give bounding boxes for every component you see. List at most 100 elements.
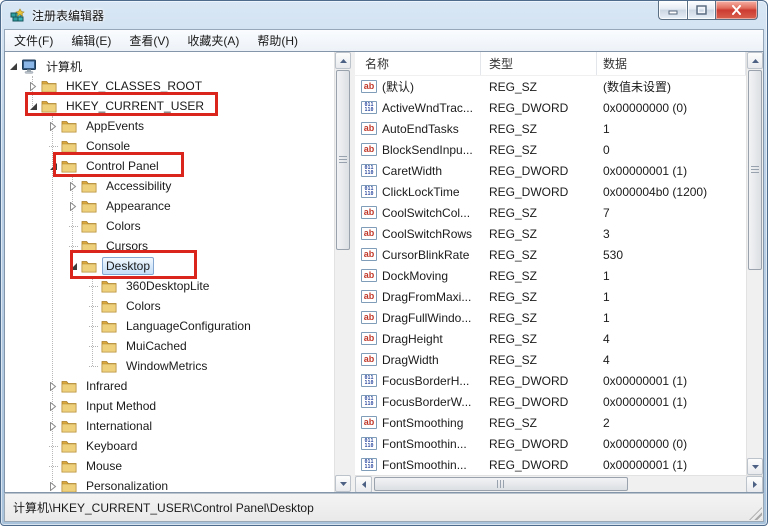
menu-item[interactable]: 查看(V)	[120, 30, 178, 51]
tree-expand-arrow[interactable]	[87, 280, 99, 292]
scroll-up-button[interactable]	[747, 52, 763, 69]
tree-expand-arrow[interactable]	[47, 420, 59, 432]
menu-item[interactable]: 帮助(H)	[248, 30, 307, 51]
tree-item[interactable]: Personalization	[5, 476, 334, 492]
values-scrollbar-vertical[interactable]	[746, 52, 763, 475]
arrow-left-icon	[362, 481, 366, 488]
tree-item[interactable]: Mouse	[5, 456, 334, 476]
tree-expand-arrow[interactable]	[27, 80, 39, 92]
registry-value-row[interactable]: DragFullWindo... REG_SZ 1	[355, 307, 746, 328]
tree-item[interactable]: Desktop	[5, 256, 334, 276]
resize-grip[interactable]	[749, 507, 762, 520]
tree-item[interactable]: WindowMetrics	[5, 356, 334, 376]
tree-expand-arrow[interactable]	[67, 200, 79, 212]
scroll-down-button[interactable]	[335, 475, 351, 492]
tree-expand-arrow[interactable]	[47, 400, 59, 412]
registry-value-row[interactable]: ClickLockTime REG_DWORD 0x000004b0 (1200…	[355, 181, 746, 202]
value-type: REG_SZ	[481, 80, 597, 94]
tree-item[interactable]: HKEY_CLASSES_ROOT	[5, 76, 334, 96]
registry-value-row[interactable]: FontSmoothin... REG_DWORD 0x00000001 (1)	[355, 454, 746, 475]
scroll-right-button[interactable]	[746, 476, 763, 492]
tree-expand-arrow[interactable]	[47, 140, 59, 152]
tree-expand-arrow[interactable]	[47, 460, 59, 472]
computer-icon	[21, 59, 38, 74]
tree-expand-arrow[interactable]	[67, 220, 79, 232]
column-header-data[interactable]: 数据	[597, 52, 746, 75]
menu-item[interactable]: 编辑(E)	[62, 30, 120, 51]
registry-value-row[interactable]: BlockSendInpu... REG_SZ 0	[355, 139, 746, 160]
tree-item[interactable]: Colors	[5, 296, 334, 316]
registry-value-row[interactable]: CoolSwitchRows REG_SZ 3	[355, 223, 746, 244]
registry-value-row[interactable]: FocusBorderW... REG_DWORD 0x00000001 (1)	[355, 391, 746, 412]
tree-item[interactable]: Input Method	[5, 396, 334, 416]
registry-value-row[interactable]: CaretWidth REG_DWORD 0x00000001 (1)	[355, 160, 746, 181]
tree-item[interactable]: MuiCached	[5, 336, 334, 356]
value-type: REG_SZ	[481, 332, 597, 346]
registry-value-row[interactable]: CoolSwitchCol... REG_SZ 7	[355, 202, 746, 223]
close-button[interactable]	[715, 1, 758, 20]
tree-expand-arrow[interactable]	[67, 240, 79, 252]
tree-expand-arrow[interactable]	[67, 180, 79, 192]
registry-value-row[interactable]: FocusBorderH... REG_DWORD 0x00000001 (1)	[355, 370, 746, 391]
folder-icon	[61, 139, 78, 154]
minimize-button[interactable]	[658, 1, 687, 20]
tree-item[interactable]: HKEY_CURRENT_USER	[5, 96, 334, 116]
tree-expand-arrow[interactable]	[47, 480, 59, 492]
registry-value-row[interactable]: (默认) REG_SZ (数值未设置)	[355, 76, 746, 97]
scroll-left-button[interactable]	[355, 476, 372, 492]
tree-item-label: Cursors	[102, 237, 152, 255]
tree-item[interactable]: Appearance	[5, 196, 334, 216]
scrollbar-track[interactable]	[335, 69, 351, 475]
column-header-name[interactable]: 名称	[355, 52, 481, 75]
tree-expand-arrow[interactable]	[87, 340, 99, 352]
values-scrollbar-horizontal[interactable]	[355, 475, 763, 492]
scrollbar-thumb[interactable]	[374, 477, 628, 491]
scroll-up-button[interactable]	[335, 52, 351, 69]
column-header-type[interactable]: 类型	[481, 52, 597, 75]
tree-item[interactable]: Infrared	[5, 376, 334, 396]
tree-expand-arrow[interactable]	[87, 300, 99, 312]
minimize-icon	[668, 5, 678, 15]
tree-item[interactable]: Cursors	[5, 236, 334, 256]
registry-value-row[interactable]: FontSmoothing REG_SZ 2	[355, 412, 746, 433]
registry-value-row[interactable]: DragFromMaxi... REG_SZ 1	[355, 286, 746, 307]
tree-item[interactable]: Control Panel	[5, 156, 334, 176]
registry-value-row[interactable]: ActiveWndTrac... REG_DWORD 0x00000000 (0…	[355, 97, 746, 118]
registry-value-row[interactable]: CursorBlinkRate REG_SZ 530	[355, 244, 746, 265]
scrollbar-track[interactable]	[372, 476, 746, 492]
registry-value-row[interactable]: FontSmoothin... REG_DWORD 0x00000000 (0)	[355, 433, 746, 454]
tree-item[interactable]: AppEvents	[5, 116, 334, 136]
title-bar[interactable]: 注册表编辑器	[1, 1, 767, 29]
tree-item[interactable]: Console	[5, 136, 334, 156]
tree-item[interactable]: Accessibility	[5, 176, 334, 196]
tree-expand-arrow[interactable]	[7, 60, 19, 72]
string-value-icon	[361, 269, 377, 282]
scrollbar-thumb[interactable]	[748, 70, 762, 270]
tree-scrollbar[interactable]	[334, 52, 351, 492]
tree-item[interactable]: LanguageConfiguration	[5, 316, 334, 336]
registry-value-row[interactable]: AutoEndTasks REG_SZ 1	[355, 118, 746, 139]
folder-icon	[101, 359, 118, 374]
tree-expand-arrow[interactable]	[87, 360, 99, 372]
tree-item[interactable]: 计算机	[5, 56, 334, 76]
maximize-button[interactable]	[687, 1, 715, 20]
tree-expand-arrow[interactable]	[27, 100, 39, 112]
scrollbar-thumb[interactable]	[336, 70, 350, 250]
tree-expand-arrow[interactable]	[47, 380, 59, 392]
menu-item[interactable]: 文件(F)	[5, 30, 62, 51]
scrollbar-track[interactable]	[747, 69, 763, 458]
tree-expand-arrow[interactable]	[87, 320, 99, 332]
tree-item[interactable]: Keyboard	[5, 436, 334, 456]
menu-item[interactable]: 收藏夹(A)	[178, 30, 248, 51]
tree-expand-arrow[interactable]	[47, 160, 59, 172]
scroll-down-button[interactable]	[747, 458, 763, 475]
registry-value-row[interactable]: DragHeight REG_SZ 4	[355, 328, 746, 349]
tree-item[interactable]: Colors	[5, 216, 334, 236]
registry-value-row[interactable]: DockMoving REG_SZ 1	[355, 265, 746, 286]
tree-item[interactable]: 360DesktopLite	[5, 276, 334, 296]
tree-expand-arrow[interactable]	[47, 440, 59, 452]
tree-expand-arrow[interactable]	[47, 120, 59, 132]
tree-expand-arrow[interactable]	[67, 260, 79, 272]
registry-value-row[interactable]: DragWidth REG_SZ 4	[355, 349, 746, 370]
tree-item[interactable]: International	[5, 416, 334, 436]
